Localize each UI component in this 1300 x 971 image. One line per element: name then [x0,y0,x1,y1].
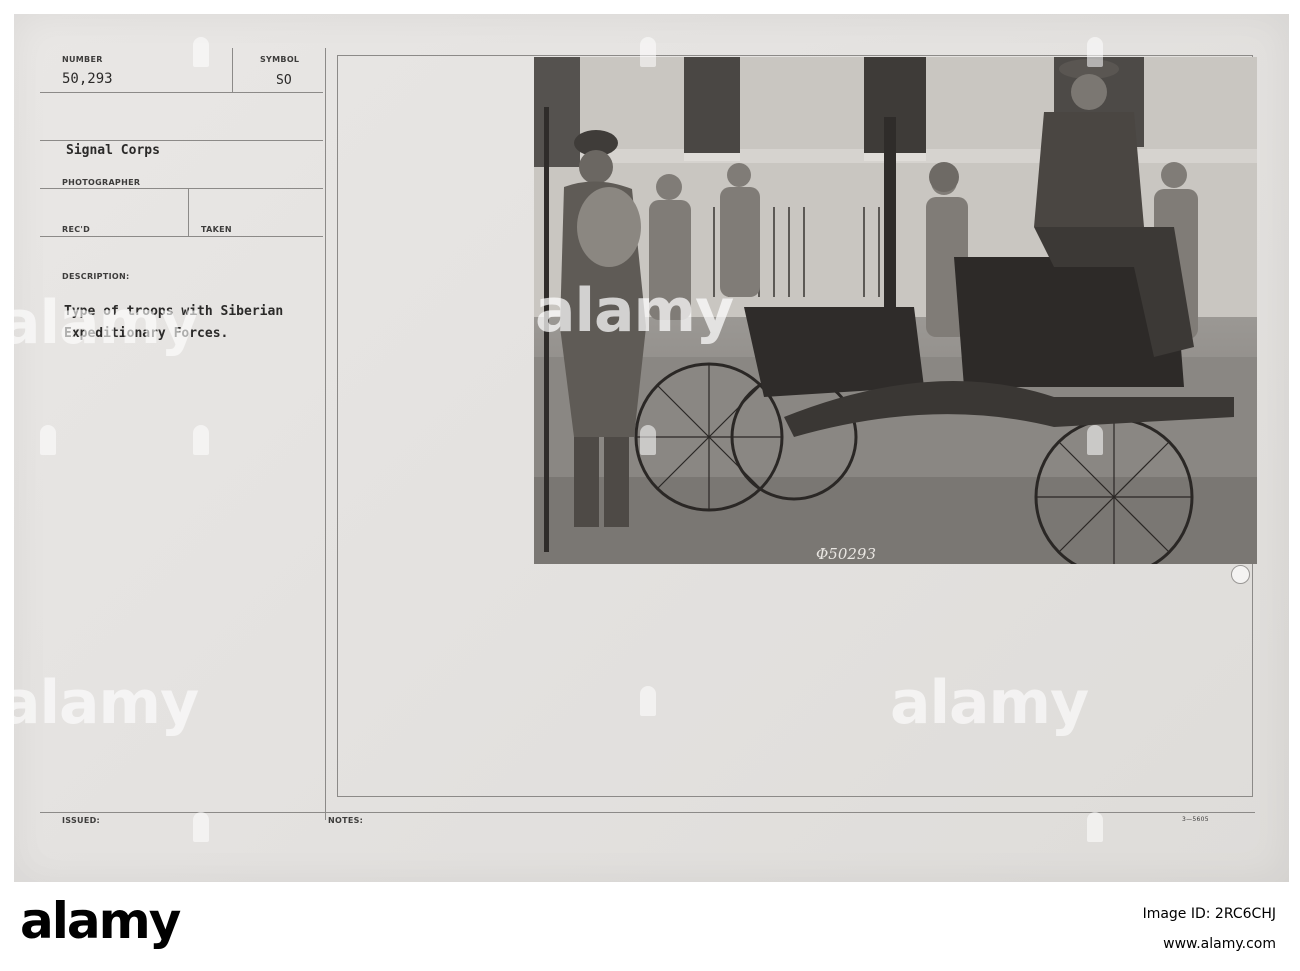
watermark-mark [1087,37,1103,67]
form-divider [188,188,189,236]
recd-label: REC'D [62,225,91,234]
stock-footer [0,882,1300,971]
watermark-text: alamy [535,276,734,346]
form-line [40,236,323,237]
watermark-mark [640,425,656,455]
watermark-mark [193,37,209,67]
watermark-mark [193,812,209,842]
form-line [40,140,323,141]
photographer-value: Signal Corps [66,143,160,158]
watermark-text: alamy [890,668,1089,738]
description-label: DESCRIPTION: [62,272,130,281]
watermark-mark [193,425,209,455]
alamy-logo: alamy [20,892,181,950]
symbol-label: SYMBOL [260,55,300,64]
issued-label: ISSUED: [62,816,101,825]
watermark-mark [1087,425,1103,455]
watermark-text: alamy [0,288,199,358]
symbol-value: SO [276,73,292,88]
negative-number: Φ50293 [816,545,877,563]
taken-label: TAKEN [201,225,232,234]
watermark-mark [640,37,656,67]
photographer-label: PHOTOGRAPHER [62,178,141,187]
notes-label: NOTES: [328,816,364,825]
watermark-mark [640,686,656,716]
number-value: 50,293 [62,71,113,87]
punch-hole [1231,565,1250,584]
site-url: www.alamy.com [1163,936,1276,952]
form-code: 3—5605 [1182,816,1209,823]
watermark-text: alamy [0,668,199,738]
form-line [40,188,323,189]
image-id: Image ID: 2RC6CHJ [1142,906,1276,922]
watermark-mark [40,425,56,455]
number-label: NUMBER [62,55,103,64]
form-bottom-line [40,812,1255,813]
form-line [40,92,323,93]
form-column-divider [325,48,326,820]
watermark-mark [1087,812,1103,842]
form-divider [232,48,233,92]
